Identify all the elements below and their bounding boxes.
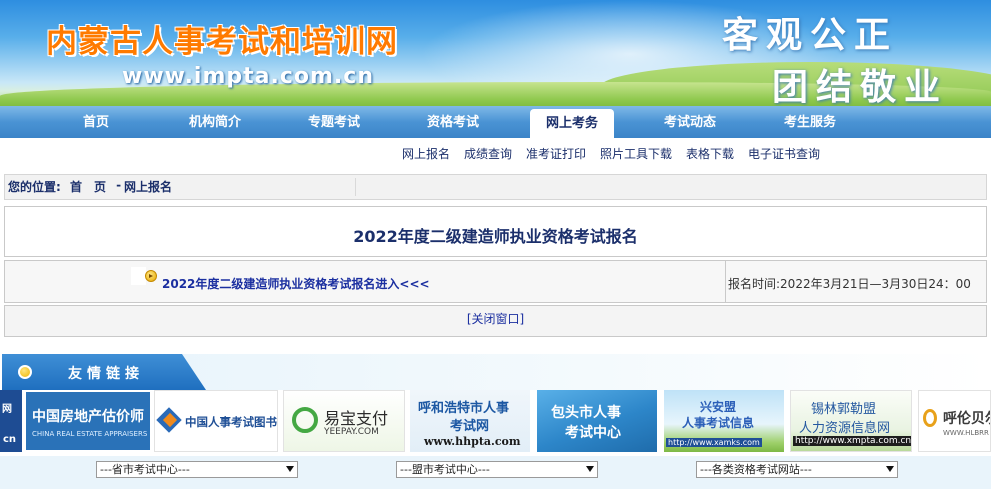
site-url: www.impta.com.cn <box>122 64 374 89</box>
breadcrumb-divider <box>355 178 356 196</box>
subnav-score-query[interactable]: 成绩查询 <box>464 145 512 162</box>
close-window-row: [关闭窗口] <box>4 305 987 337</box>
logo-text: 考试网 <box>450 419 490 434</box>
close-window-link[interactable]: [关闭窗口] <box>5 310 986 327</box>
site-title: 内蒙古人事考试和培训网 <box>46 24 398 60</box>
friend-links-header: 友情链接 <box>2 354 989 390</box>
hulunbuir-link[interactable]: 呼伦贝尔 WWW.HLBRR <box>918 390 991 452</box>
logo-text: 易宝支付 <box>324 409 389 428</box>
logo-text: 兴安盟 <box>700 400 737 414</box>
yeepay-link[interactable]: 易宝支付 YEEPAY.COM <box>283 390 405 452</box>
arrow-bullet-icon <box>145 270 157 282</box>
subnav-photo-tool[interactable]: 照片工具下载 <box>600 145 672 162</box>
registration-row: 2022年度二级建造师执业资格考试报名进入<<< 报名时间:2022年3月21日… <box>4 260 987 303</box>
logo-text: 中国人事考试图书网 <box>185 415 277 429</box>
sub-nav: 网上报名 成绩查询 准考证打印 照片工具下载 表格下载 电子证书查询 <box>0 138 991 170</box>
subnav-online-registration[interactable]: 网上报名 <box>402 145 450 162</box>
logo-text: 人事考试信息 <box>682 416 755 430</box>
nav-about[interactable]: 机构简介 <box>155 106 275 138</box>
slogan-line-2: 团结敬业 <box>772 66 949 106</box>
nav-home[interactable]: 首页 <box>36 106 156 138</box>
logo-text: cn <box>3 434 17 445</box>
ring-icon <box>292 407 318 433</box>
nav-candidate-services[interactable]: 考生服务 <box>750 106 870 138</box>
logo-text: 锡林郭勒盟 <box>811 402 877 417</box>
logo-text: 呼和浩特市人事 <box>418 401 510 416</box>
real-estate-appraisers-link[interactable]: 中国房地产估价师 CHINA REAL ESTATE APPRAISERS <box>24 390 152 452</box>
league-center-select[interactable]: ---盟市考试中心--- <box>396 461 598 478</box>
partial-logo-link[interactable]: 网 cn <box>0 390 22 452</box>
logo-text: 网 <box>2 404 12 415</box>
breadcrumb: 您的位置: 首 页 - 网上报名 <box>4 174 987 200</box>
friend-links-logos: 网 cn 中国房地产估价师 CHINA REAL ESTATE APPRAISE… <box>0 390 991 454</box>
site-banner: 内蒙古人事考试和培训网 www.impta.com.cn 客观公正 团结敬业 <box>0 0 991 106</box>
slogan-line-1: 客观公正 <box>722 14 899 56</box>
logo-text: 中国房地产估价师 <box>32 409 144 425</box>
baotou-exam-link[interactable]: 包头市人事 考试中心 <box>537 390 657 452</box>
registration-entry-link[interactable]: 2022年度二级建造师执业资格考试报名进入<<< <box>162 275 430 292</box>
dropdown-arrow-icon <box>286 466 294 472</box>
cpta-bookstore-link[interactable]: 中国人事考试图书网 <box>154 390 278 452</box>
provincial-center-select[interactable]: ---省市考试中心--- <box>96 461 298 478</box>
logo-text: 包头市人事 <box>551 405 621 421</box>
select-value: ---省市考试中心--- <box>100 463 190 476</box>
title-panel: 2022年度二级建造师执业资格考试报名 <box>4 206 987 257</box>
dot-icon <box>18 365 32 379</box>
friend-links-heading: 友情链接 <box>68 366 144 382</box>
registration-time: 报名时间:2022年3月21日—3月30日24：00 <box>728 277 971 291</box>
logo-subtext: YEEPAY.COM <box>324 427 379 437</box>
subnav-admission-print[interactable]: 准考证打印 <box>526 145 586 162</box>
breadcrumb-label: 您的位置: <box>8 180 61 194</box>
bullet-backdrop <box>131 267 146 285</box>
logo-url: www.hhpta.com <box>424 435 521 448</box>
breadcrumb-home-link[interactable]: 首 页 <box>70 178 106 195</box>
dropdown-arrow-icon <box>886 466 894 472</box>
logo-text: 考试中心 <box>565 425 621 441</box>
breadcrumb-current[interactable]: 网上报名 <box>124 178 172 195</box>
page-title: 2022年度二级建造师执业资格考试报名 <box>353 227 638 246</box>
nav-qualification-exams[interactable]: 资格考试 <box>393 106 513 138</box>
site-select-bar: ---省市考试中心--- ---盟市考试中心--- ---各类资格考试网站--- <box>0 456 991 489</box>
logo-text: 呼伦贝尔 <box>943 411 990 427</box>
nav-special-exams[interactable]: 专题考试 <box>274 106 394 138</box>
logo-text: 人力资源信息网 <box>799 421 891 436</box>
dropdown-arrow-icon <box>586 466 594 472</box>
nav-online-affairs[interactable]: 网上考务 <box>530 109 614 138</box>
select-value: ---各类资格考试网站--- <box>700 463 812 476</box>
hhpta-link[interactable]: 呼和浩特市人事 考试网 www.hhpta.com <box>410 390 530 452</box>
logo-subtext: WWW.HLBRR <box>943 429 989 437</box>
swirl-icon <box>923 409 937 427</box>
subnav-form-download[interactable]: 表格下载 <box>686 145 734 162</box>
select-value: ---盟市考试中心--- <box>400 463 490 476</box>
xinganmeng-exam-link[interactable]: 兴安盟 人事考试信息 http://www.xamks.com <box>664 390 784 452</box>
registration-link-cell: 2022年度二级建造师执业资格考试报名进入<<< <box>5 261 726 302</box>
logo-url: http://www.xamks.com <box>666 438 762 447</box>
subnav-e-certificate[interactable]: 电子证书查询 <box>748 145 820 162</box>
logo-subtext: CHINA REAL ESTATE APPRAISERS <box>32 430 148 438</box>
main-nav: 首页 机构简介 专题考试 资格考试 网上考务 考试动态 考生服务 <box>0 106 991 138</box>
logo-url: http://www.xmpta.com.cn <box>793 436 912 446</box>
nav-exam-news[interactable]: 考试动态 <box>630 106 750 138</box>
xilinguole-hr-link[interactable]: 锡林郭勒盟 人力资源信息网 http://www.xmpta.com.cn <box>790 390 912 452</box>
qualification-sites-select[interactable]: ---各类资格考试网站--- <box>696 461 898 478</box>
